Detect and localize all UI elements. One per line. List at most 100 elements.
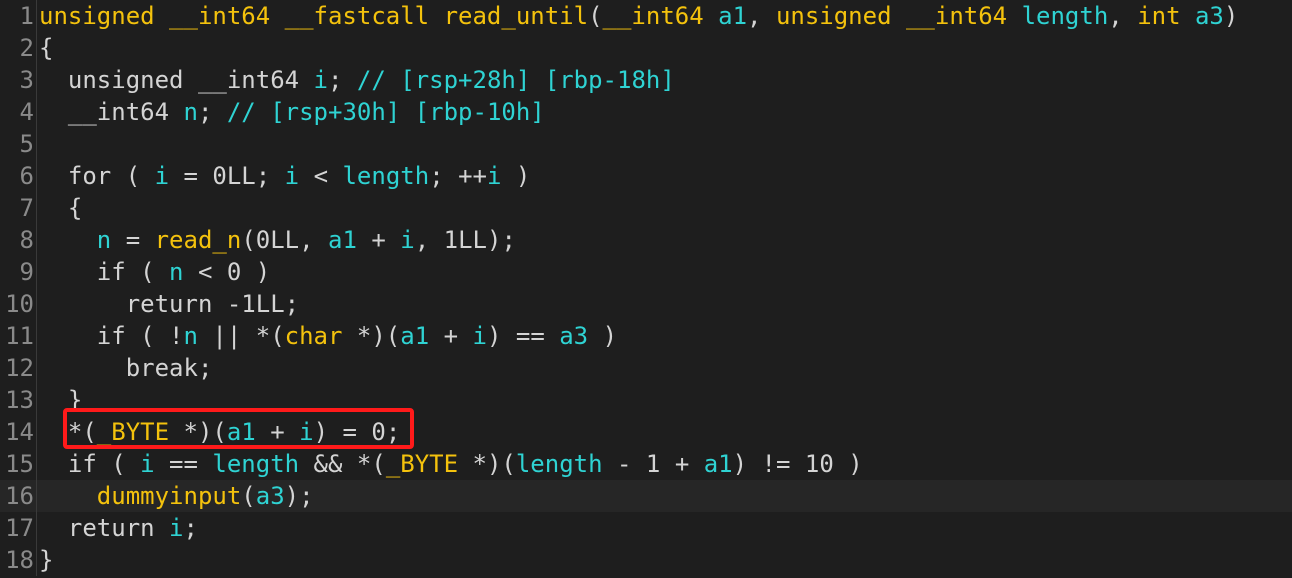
code-token: ( (588, 2, 603, 30)
gutter-separator (36, 480, 37, 512)
code-token: n (96, 226, 112, 254)
gutter-separator (36, 32, 37, 64)
code-token: - (602, 450, 646, 478)
code-line[interactable]: 10 return -1LL; (0, 288, 1292, 320)
code-text: break; (39, 352, 213, 384)
code-line[interactable]: 7 { (0, 192, 1292, 224)
code-text: return i; (39, 512, 198, 544)
line-number: 9 (19, 258, 34, 286)
code-text: { (39, 32, 53, 64)
line-number: 13 (5, 386, 34, 414)
code-token: n (183, 98, 198, 126)
code-token: { (39, 34, 54, 62)
code-token: int (1137, 2, 1195, 30)
code-text: if ( !n || *(char *)(a1 + i) == a3 ) (39, 320, 617, 352)
gutter-separator (36, 224, 37, 256)
code-token: ); (284, 482, 314, 510)
code-line[interactable]: 12 break; (0, 352, 1292, 384)
code-token: __int64 (39, 98, 184, 126)
code-line[interactable]: 17 return i; (0, 512, 1292, 544)
code-token: ; (183, 514, 198, 542)
code-token: a3 (1194, 2, 1224, 30)
code-token: dummyinput (96, 482, 242, 510)
gutter-separator (36, 288, 37, 320)
code-token: read_n (154, 226, 242, 254)
gutter-separator (36, 192, 37, 224)
gutter-separator (36, 384, 37, 416)
code-token: + (255, 418, 300, 446)
code-token: unsigned __int64 (775, 2, 1022, 30)
code-token: ) (1223, 2, 1239, 30)
line-number: 14 (5, 418, 34, 446)
code-line[interactable]: 2{ (0, 32, 1292, 64)
code-text: dummyinput(a3); (39, 480, 314, 512)
code-token: length (1021, 2, 1109, 30)
code-token: __int64 (602, 2, 719, 30)
code-text: unsigned __int64 __fastcall read_until(_… (39, 0, 1238, 32)
code-text: if ( n < 0 ) (39, 256, 270, 288)
code-line[interactable]: 5 (0, 128, 1292, 160)
code-text: { (39, 192, 82, 224)
code-token: *)( (169, 418, 227, 446)
code-token: i (169, 514, 184, 542)
code-line[interactable]: 6 for ( i = 0LL; i < length; ++i ) (0, 160, 1292, 192)
code-token: ) = (313, 418, 372, 446)
code-line[interactable]: 4 __int64 n; // [rsp+30h] [rbp-10h] (0, 96, 1292, 128)
code-token: , (299, 226, 329, 254)
code-token: == (154, 450, 213, 478)
code-token: < (183, 258, 227, 286)
code-token: a1 (226, 418, 256, 446)
code-token: 1 (645, 450, 661, 478)
line-number: 1 (19, 2, 34, 30)
code-token: a1 (328, 226, 357, 254)
code-text: if ( i == length && *(_BYTE *)(length - … (39, 448, 863, 480)
code-token: = (169, 162, 213, 190)
code-line[interactable]: 14 *(_BYTE *)(a1 + i) = 0; (0, 416, 1292, 448)
line-number: 6 (19, 162, 34, 190)
pseudocode-editor[interactable]: 1 unsigned __int64 __fastcall read_until(… (0, 0, 1292, 578)
code-token: 10 (804, 450, 834, 478)
code-token: if ( (39, 258, 170, 286)
code-token: i (140, 450, 155, 478)
code-line[interactable]: 1 unsigned __int64 __fastcall read_until(… (0, 0, 1292, 32)
code-token: ( (241, 482, 256, 510)
line-number: 17 (5, 514, 34, 542)
code-line[interactable]: 11 if ( !n || *(char *)(a1 + i) == a3 ) (0, 320, 1292, 352)
code-token: unsigned __int64 (39, 66, 314, 94)
code-line[interactable]: 13 } (0, 384, 1292, 416)
code-token: if ( (39, 450, 141, 478)
code-line[interactable]: 16 dummyinput(a3); (0, 480, 1292, 512)
code-token: a1 (718, 2, 748, 30)
code-token: = (111, 226, 155, 254)
code-token: ; (255, 162, 285, 190)
code-token: ( (241, 226, 256, 254)
code-text: } (39, 384, 82, 416)
code-line[interactable]: 3 unsigned __int64 i; // [rsp+28h] [rbp-… (0, 64, 1292, 96)
code-line[interactable]: 15 if ( i == length && *(_BYTE *)(length… (0, 448, 1292, 480)
code-token: < (299, 162, 343, 190)
code-token: && *( (299, 450, 386, 478)
line-number: 10 (5, 290, 34, 318)
gutter-separator (36, 64, 37, 96)
line-number: 7 (19, 194, 34, 222)
code-line[interactable]: 9 if ( n < 0 ) (0, 256, 1292, 288)
code-token: ) == (486, 322, 560, 350)
line-number: 5 (19, 130, 34, 158)
code-token: { (39, 194, 83, 222)
code-line[interactable]: 18} (0, 544, 1292, 576)
code-token: } (39, 546, 54, 574)
gutter-separator (36, 512, 37, 544)
line-number: 15 (5, 450, 34, 478)
code-token: i (313, 66, 328, 94)
code-token: return (39, 514, 170, 542)
line-number: 11 (5, 322, 34, 350)
code-text: unsigned __int64 i; // [rsp+28h] [rbp-18… (39, 64, 675, 96)
code-token: || *( (197, 322, 285, 350)
code-line[interactable]: 8 n = read_n(0LL, a1 + i, 1LL); (0, 224, 1292, 256)
code-token: // [rsp+28h] [rbp-18h] (356, 66, 675, 94)
gutter-separator (36, 352, 37, 384)
code-token: -1LL (226, 290, 285, 318)
line-number: 8 (19, 226, 34, 254)
code-token: i (400, 226, 415, 254)
